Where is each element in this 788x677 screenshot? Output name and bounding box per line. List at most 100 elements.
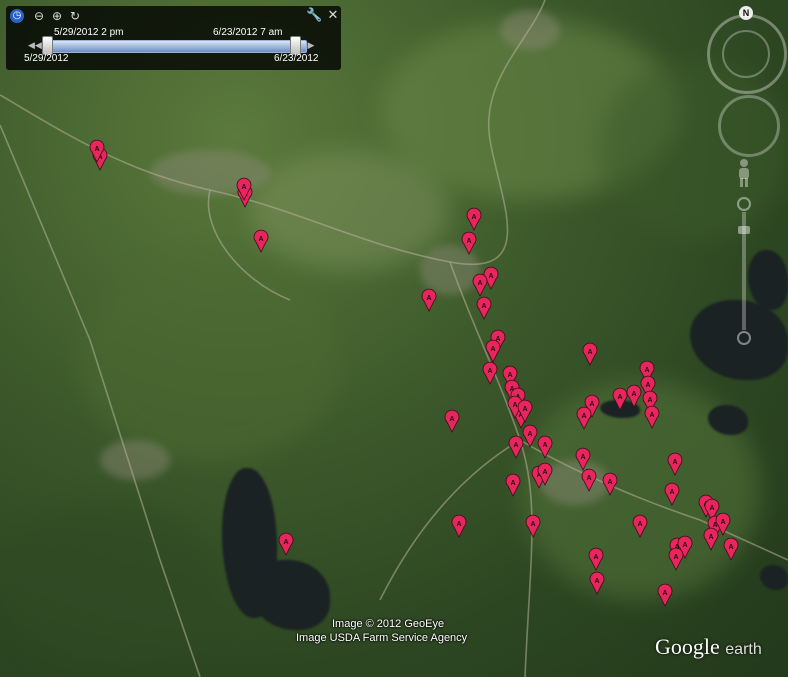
placemark-pin[interactable]: A (657, 583, 673, 607)
clock-icon[interactable]: ◷ (10, 9, 24, 23)
placemark-letter: A (241, 184, 246, 191)
placemark-letter: A (617, 394, 622, 401)
placemark-pin[interactable]: A (451, 514, 467, 538)
zoom-in-time-icon[interactable]: ⊕ (50, 9, 64, 23)
placemark-pin[interactable]: A (525, 514, 541, 538)
placemark-letter: A (649, 412, 654, 419)
placemark-letter: A (708, 534, 713, 541)
placemark-letter: A (631, 391, 636, 398)
placemark-letter: A (728, 544, 733, 551)
placemark-pin[interactable]: A (522, 424, 538, 448)
placemark-letter: A (507, 372, 512, 379)
placemark-letter: A (488, 273, 493, 280)
placemark-pin[interactable]: A (582, 342, 598, 366)
placemark-pin[interactable]: A (278, 532, 294, 556)
placemark-letter: A (637, 521, 642, 528)
placemark-letter: A (522, 406, 527, 413)
zoom-slider[interactable] (736, 196, 752, 346)
placemark-letter: A (647, 397, 652, 404)
placemark-pin[interactable]: A (482, 361, 498, 385)
placemark-letter: A (449, 416, 454, 423)
placemark-pin[interactable]: A (668, 547, 684, 571)
play-settings-icon[interactable]: ↻ (68, 9, 82, 23)
placemark-pin[interactable]: A (472, 273, 488, 297)
placemark-letter: A (426, 295, 431, 302)
placemark-pin[interactable]: A (485, 339, 501, 363)
imagery-credit-geoeye: Image © 2012 GeoEye (332, 618, 445, 630)
google-earth-logo: Google earth (655, 634, 762, 660)
range-end-label: 6/23/2012 (274, 53, 319, 64)
placemark-letter: A (644, 367, 649, 374)
placemark-letter: A (466, 238, 471, 245)
close-icon[interactable]: ✕ (326, 9, 340, 23)
placemark-pin[interactable]: A (444, 409, 460, 433)
placemark-letter: A (513, 442, 518, 449)
zoom-out-time-icon[interactable]: ⊖ (32, 9, 46, 23)
placemark-pin[interactable]: A (632, 514, 648, 538)
placemark-letter: A (471, 214, 476, 221)
placemark-pin[interactable]: A (664, 482, 680, 506)
current-start-label: 5/29/2012 2 pm (54, 27, 124, 38)
placemark-letter: A (720, 519, 725, 526)
placemark-letter: A (682, 542, 687, 549)
placemark-pin[interactable]: A (626, 384, 642, 408)
placemark-letter: A (580, 454, 585, 461)
placemark-letter: A (527, 431, 532, 438)
wrench-icon[interactable]: 🔧 (306, 9, 322, 23)
placemark-pin[interactable]: A (703, 527, 719, 551)
placemark-letter: A (594, 578, 599, 585)
north-indicator[interactable]: N (739, 6, 753, 20)
placemark-letter: A (672, 459, 677, 466)
move-joystick[interactable] (718, 95, 780, 157)
placemark-letter: A (94, 146, 99, 153)
placemark-pin[interactable]: A (612, 387, 628, 411)
logo-word-google: Google (655, 634, 720, 659)
placemark-pin[interactable]: A (505, 473, 521, 497)
placemark-letter: A (589, 401, 594, 408)
placemark-letter: A (587, 349, 592, 356)
placemark-letter: A (512, 402, 517, 409)
placemark-letter: A (487, 368, 492, 375)
placemark-pin[interactable]: A (588, 547, 604, 571)
look-joystick[interactable] (722, 30, 770, 78)
placemark-letter: A (607, 479, 612, 486)
step-back-icon[interactable]: ◀◀ (28, 41, 42, 52)
placemark-pin[interactable]: A (421, 288, 437, 312)
street-view-pegman-icon[interactable] (736, 158, 752, 188)
placemark-layer: A A A A A A A A A A A A A A A A A A A A A A A A A A A A A A A A A A A A A A A A… (89, 139, 739, 607)
placemark-pin[interactable]: A (476, 296, 492, 320)
placemark-pin[interactable]: A (602, 472, 618, 496)
placemark-pin[interactable]: A (461, 231, 477, 255)
placemark-letter: A (490, 346, 495, 353)
placemark-letter: A (645, 382, 650, 389)
placemark-letter: A (510, 480, 515, 487)
placemark-letter: A (709, 505, 714, 512)
placemark-letter: A (481, 303, 486, 310)
placemark-pin[interactable]: A (466, 207, 482, 231)
placemark-letter: A (669, 489, 674, 496)
placemark-pin[interactable]: A (589, 571, 605, 595)
placemark-pin[interactable]: A (508, 435, 524, 459)
placemark-pin[interactable]: A (723, 537, 739, 561)
placemark-letter: A (477, 280, 482, 287)
placemark-letter: A (542, 442, 547, 449)
placemark-pin[interactable]: A (537, 435, 553, 459)
step-forward-icon[interactable]: ▶ (306, 41, 316, 52)
placemark-letter: A (673, 554, 678, 561)
placemark-letter: A (283, 539, 288, 546)
satellite-map[interactable]: A A A A A A A A A A A A A A A A A A A A A A A A A A A A A A A A A A A A A A A A… (0, 0, 788, 677)
imagery-credit-usda: Image USDA Farm Service Agency (296, 632, 468, 644)
placemark-pin[interactable]: A (667, 452, 683, 476)
placemark-letter: A (581, 413, 586, 420)
timeline-control: ◷ ⊖ ⊕ ↻ 🔧 ✕ 5/29/2012 2 pm 6/23/2012 7 a… (6, 6, 341, 70)
placemark-pin[interactable]: A (253, 229, 269, 253)
time-slider-track[interactable] (42, 40, 307, 53)
placemark-pin[interactable]: A (581, 468, 597, 492)
placemark-pin[interactable]: A (575, 447, 591, 471)
placemark-letter: A (258, 236, 263, 243)
placemark-pin[interactable]: A (644, 405, 660, 429)
placemark-letter: A (542, 469, 547, 476)
placemark-pin[interactable]: A (576, 406, 592, 430)
placemark-letter: A (586, 475, 591, 482)
placemark-letter: A (593, 554, 598, 561)
